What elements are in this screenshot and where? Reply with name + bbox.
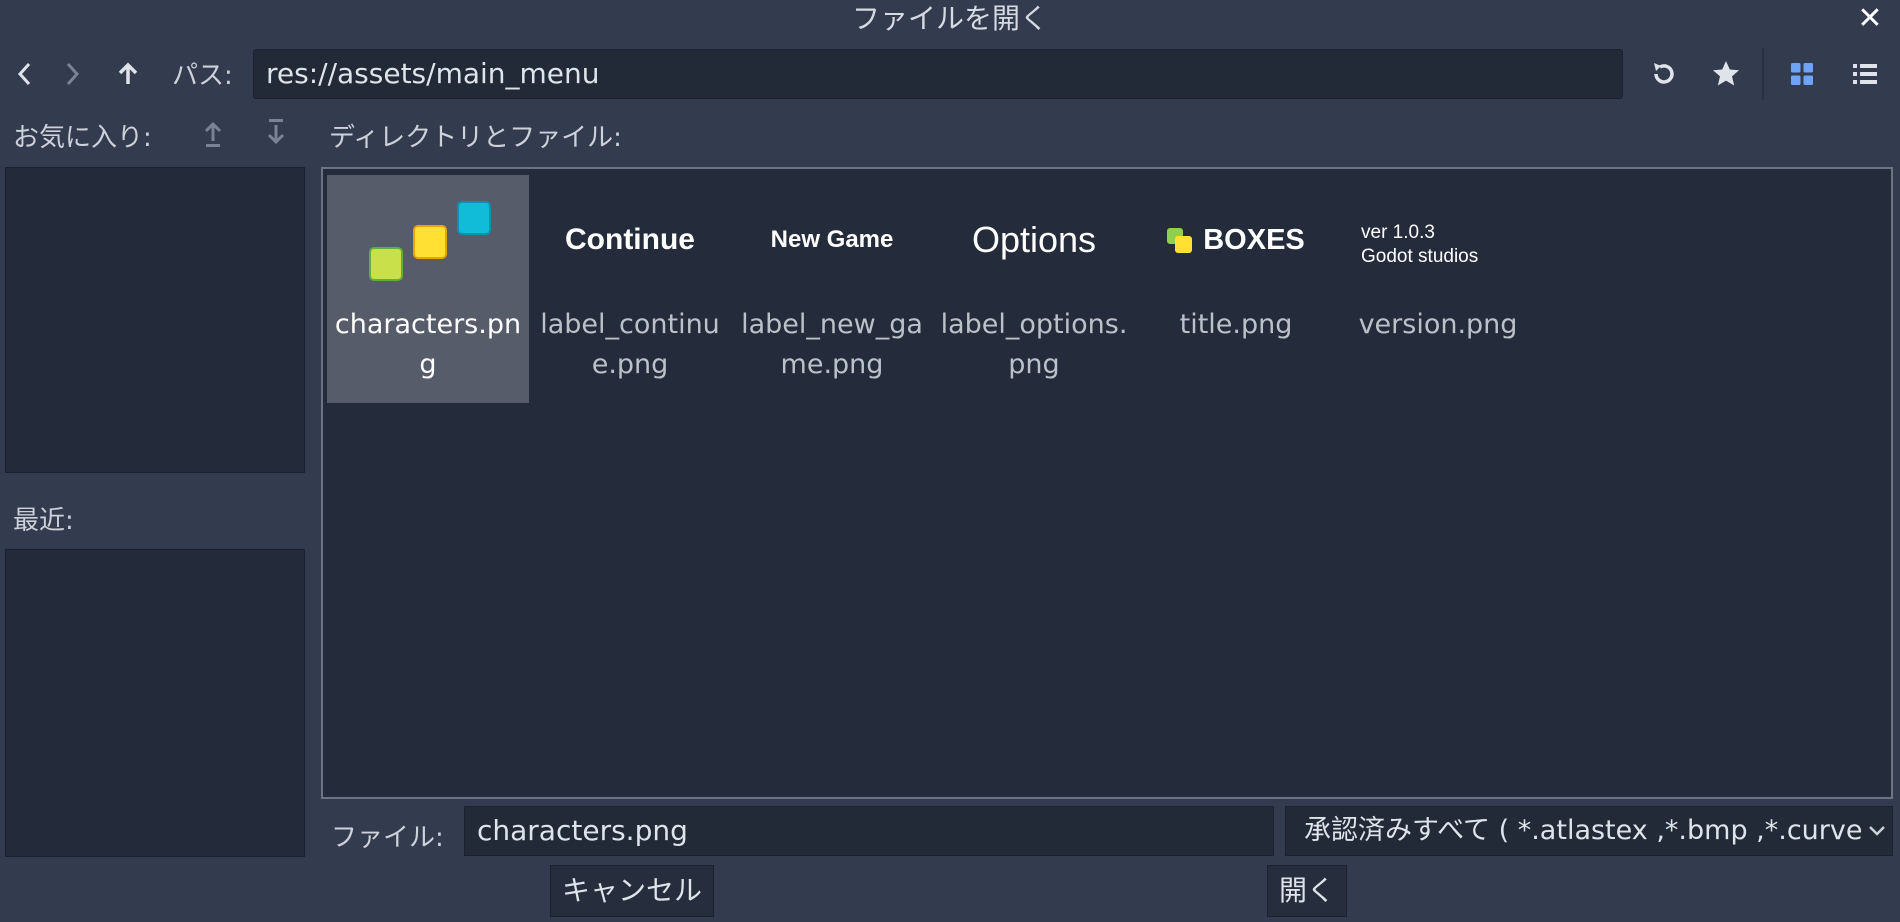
thumb-text: Options	[971, 219, 1097, 260]
move-up-icon[interactable]	[193, 113, 233, 153]
thumb-text: Continue	[565, 223, 695, 256]
chevron-right-icon[interactable]	[52, 54, 92, 94]
file-name: characters.png	[334, 309, 522, 380]
close-icon[interactable]: ✕	[1852, 2, 1888, 38]
thumb-text-line-2: Godot studios	[1361, 246, 1479, 267]
file-item-title[interactable]: BOXES title.png	[1135, 175, 1337, 403]
thumb-text: New Game	[770, 226, 894, 253]
file-item-label-continue[interactable]: Continue label_continue.png	[529, 175, 731, 403]
chevron-left-icon[interactable]	[5, 54, 45, 94]
boxes-logo-icon	[1167, 226, 1197, 254]
file-thumbnail	[327, 175, 529, 305]
cancel-button[interactable]: キャンセル	[550, 865, 714, 917]
chevron-down-icon	[1862, 807, 1892, 855]
file-name: label_continue.png	[540, 309, 720, 380]
file-name: label_new_game.png	[741, 309, 923, 380]
recent-list[interactable]	[5, 549, 305, 857]
file-name: label_options.png	[940, 309, 1128, 380]
list-view-icon[interactable]	[1845, 54, 1885, 94]
thumb-text: BOXES	[1203, 223, 1305, 256]
file-name: version.png	[1358, 309, 1518, 340]
favorites-list[interactable]	[5, 167, 305, 473]
file-filter-value: 承認済みすべて ( *.atlastex ,*.bmp ,*.curvete	[1304, 815, 1890, 846]
file-thumbnail: BOXES	[1135, 175, 1337, 305]
file-item-version[interactable]: ver 1.0.3 Godot studios version.png	[1337, 175, 1539, 403]
file-grid[interactable]: characters.png Continue label_continue.p…	[321, 167, 1893, 799]
cyan-square-icon	[457, 201, 491, 235]
thumb-text-line-1: ver 1.0.3	[1361, 222, 1435, 243]
file-name: title.png	[1179, 309, 1293, 340]
recent-label: 最近:	[13, 506, 74, 536]
grid-view-icon[interactable]	[1782, 54, 1822, 94]
file-label: ファイル:	[331, 823, 444, 853]
file-filter-select[interactable]: 承認済みすべて ( *.atlastex ,*.bmp ,*.curvete	[1285, 806, 1893, 856]
star-icon[interactable]	[1706, 54, 1746, 94]
favorites-label: お気に入り:	[13, 123, 152, 153]
file-thumbnail: Continue	[529, 175, 731, 305]
yellow-square-icon	[413, 225, 447, 259]
dialog-title: ファイルを開く	[851, 2, 1048, 35]
refresh-icon[interactable]	[1643, 54, 1683, 94]
path-label: パス:	[172, 61, 233, 91]
green-square-icon	[369, 247, 403, 281]
file-thumbnail: New Game	[731, 175, 933, 305]
file-item-characters[interactable]: characters.png	[327, 175, 529, 403]
file-item-label-new-game[interactable]: New Game label_new_game.png	[731, 175, 933, 403]
toolbar-separator	[1762, 48, 1764, 100]
file-name-input[interactable]: characters.png	[464, 806, 1274, 856]
move-down-icon[interactable]	[256, 113, 296, 153]
open-button[interactable]: 開く	[1267, 865, 1347, 917]
file-thumbnail: Options	[933, 175, 1135, 305]
file-thumbnail: ver 1.0.3 Godot studios	[1337, 175, 1539, 305]
file-item-label-options[interactable]: Options label_options.png	[933, 175, 1135, 403]
title-logo: BOXES	[1135, 175, 1337, 305]
path-input[interactable]: res://assets/main_menu	[253, 49, 1623, 99]
arrow-up-icon[interactable]	[108, 54, 148, 94]
directory-files-label: ディレクトリとファイル:	[329, 123, 622, 153]
